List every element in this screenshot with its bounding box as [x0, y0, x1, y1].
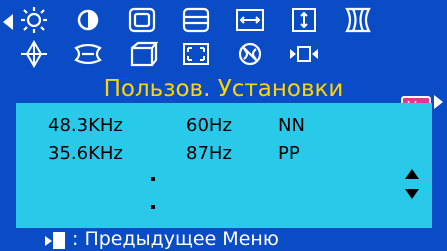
sync-polarity: PP [278, 143, 300, 164]
exit-door-icon [53, 232, 65, 249]
zoom-icon[interactable] [176, 38, 216, 70]
mode-row[interactable]: 48.3KHz 60Hz NN [16, 113, 396, 139]
degauss-icon[interactable] [230, 38, 270, 70]
v-size-icon[interactable] [176, 4, 216, 36]
h-position-icon[interactable] [230, 4, 270, 36]
osd-menu: Hz Пользов. Установки 48.3KHz 60Hz NN 35… [0, 0, 447, 251]
empty-slot-dot [151, 177, 155, 181]
icon-row-1 [0, 4, 447, 40]
icon-row-2: Hz [0, 38, 447, 120]
menu-title: Пользов. Установки [103, 76, 344, 102]
rotation-icon[interactable] [14, 38, 54, 70]
contrast-icon[interactable] [68, 4, 108, 36]
parallelogram-icon[interactable] [122, 38, 162, 70]
sync-polarity: NN [278, 115, 305, 136]
footer: : Предыдущее Меню [0, 228, 447, 251]
v-frequency: 60Hz [186, 115, 232, 136]
h-frequency: 35.6KHz [48, 143, 123, 164]
h-frequency: 48.3KHz [48, 115, 123, 136]
brightness-icon[interactable] [14, 4, 54, 36]
scroll-down-icon[interactable] [405, 189, 419, 199]
scroll-up-icon[interactable] [405, 169, 419, 179]
user-modes-panel: 48.3KHz 60Hz NN 35.6KHz 87Hz PP [16, 103, 432, 228]
v-position-icon[interactable] [284, 4, 324, 36]
pincushion-icon[interactable] [338, 4, 378, 36]
moire-icon[interactable] [284, 38, 324, 70]
h-size-icon[interactable] [122, 4, 162, 36]
empty-slot-dot [151, 205, 155, 209]
back-arrow-icon [45, 236, 52, 246]
previous-menu-hint[interactable]: : Предыдущее Меню [72, 228, 279, 251]
v-frequency: 87Hz [186, 143, 232, 164]
trapezoid-icon[interactable] [68, 38, 108, 70]
mode-row[interactable]: 35.6KHz 87Hz PP [16, 141, 396, 167]
scroll-left-arrow[interactable] [3, 14, 13, 30]
